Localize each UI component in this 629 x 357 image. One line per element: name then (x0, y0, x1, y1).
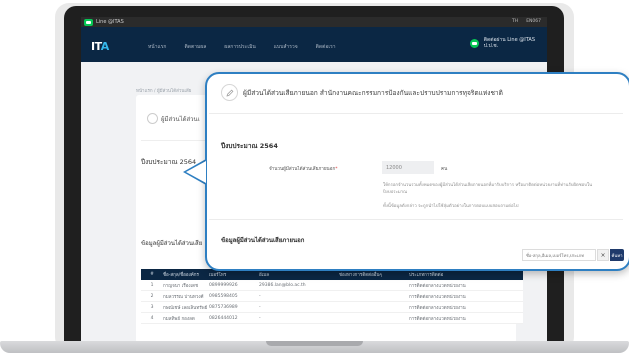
search-button[interactable]: ค้นหา (610, 249, 624, 261)
required-mark: * (335, 167, 338, 172)
stakeholder-count-label: จำนวนผู้มีส่วนได้ส่วนเสียภายนอก* (269, 167, 338, 172)
background-card-title: ผู้มีส่วนได้ส่วนเ (161, 116, 200, 123)
zoom-callout: ผู้มีส่วนได้ส่วนเสียภายนอก สำนักงานคณะกร… (205, 72, 629, 271)
menu-item-tracking[interactable]: ติดตามผล (184, 43, 206, 51)
help-text-1: ให้กรอกจำนวนรวมทั้งหมดของผู้มีส่วนได้ส่ว… (383, 183, 593, 195)
breadcrumb: หน้าแรก / ผู้มีส่วนได้ส่วนเสีย (136, 89, 192, 94)
close-icon[interactable]: × (597, 249, 609, 261)
main-navbar: ITA หน้าแรก ติดตามผล ผลการประเมิน แบบสำร… (81, 27, 547, 62)
table-row[interactable]: 4 กมลทิพย์ กองลด 0826444012 - การติดต่อก… (141, 313, 523, 324)
col-email: อีเมล (259, 273, 269, 278)
itas-logo[interactable]: ITA (91, 40, 109, 53)
callout-pointer-fill (186, 161, 206, 183)
line-icon (84, 18, 93, 26)
search-input[interactable] (522, 249, 596, 261)
col-phone: เบอร์โทร (209, 273, 227, 278)
form-title: ผู้มีส่วนได้ส่วนเสียภายนอก สำนักงานคณะกร… (243, 89, 503, 97)
menu-item-home[interactable]: หน้าแรก (148, 43, 166, 51)
col-other-contact: ช่องทางการติดต่ออื่นๆ (339, 273, 382, 278)
main-menu: หน้าแรก ติดตามผล ผลการประเมิน แบบสำรวจ ต… (148, 43, 336, 51)
language-switch[interactable]: TH (512, 19, 518, 24)
line-icon (469, 38, 479, 48)
unit-label: คน (441, 167, 448, 172)
pencil-icon[interactable] (221, 84, 238, 101)
menu-item-survey[interactable]: แบบสำรวจ (274, 43, 298, 51)
stakeholder-count-input[interactable] (382, 161, 434, 174)
col-name: ชื่อ-สกุล/ชื่อองค์กร (163, 273, 199, 278)
menu-item-results[interactable]: ผลการประเมิน (224, 43, 255, 51)
line-link[interactable]: Line @ITAS (84, 18, 124, 26)
table-row[interactable]: 3 กษณ์เชษ์ เลอเลินทรัพย์ 0875736989 - กา… (141, 302, 523, 313)
topbar-right: TH EN067 (512, 19, 541, 24)
line-label: Line @ITAS (96, 19, 124, 25)
divider (209, 219, 623, 220)
col-contact-type: ประเภทการติดต่อ (409, 273, 444, 278)
user-menu[interactable]: EN067 (526, 19, 541, 24)
line-contact[interactable]: ติดต่อผ่าน Line @ITAS ป.ป.ช. (469, 37, 535, 49)
table-row[interactable]: 1 กาญจนา เรืองเดช 0899999926 29386.lan@b… (141, 280, 523, 291)
laptop-notch (266, 341, 363, 346)
line-contact-org: ป.ป.ช. (483, 43, 499, 49)
divider (209, 113, 623, 114)
menu-item-contact[interactable]: ติดต่อเรา (316, 43, 336, 51)
background-section-title: ข้อมูลผู้มีส่วนได้ส่วนเสีย (141, 240, 203, 247)
table-row[interactable]: 2 กมลวรรณ ปานทวงศ์ 0985598405 - การติดต่… (141, 291, 523, 302)
help-text-2: ทั้งนี้ข้อมูลดังกล่าว จะถูกนำไปใช้สุ่มตั… (383, 204, 519, 209)
stakeholder-table: # ชื่อ-สกุล/ชื่อองค์กร เบอร์โทร อีเมล ช่… (141, 269, 523, 324)
top-bar: Line @ITAS TH EN067 (81, 17, 547, 27)
col-index: # (150, 272, 154, 277)
pencil-icon (147, 113, 158, 124)
fiscal-year-heading: ปีงบประมาณ 2564 (221, 142, 278, 150)
stakeholder-section-title: ข้อมูลผู้มีส่วนได้ส่วนเสียภายนอก (221, 237, 305, 244)
